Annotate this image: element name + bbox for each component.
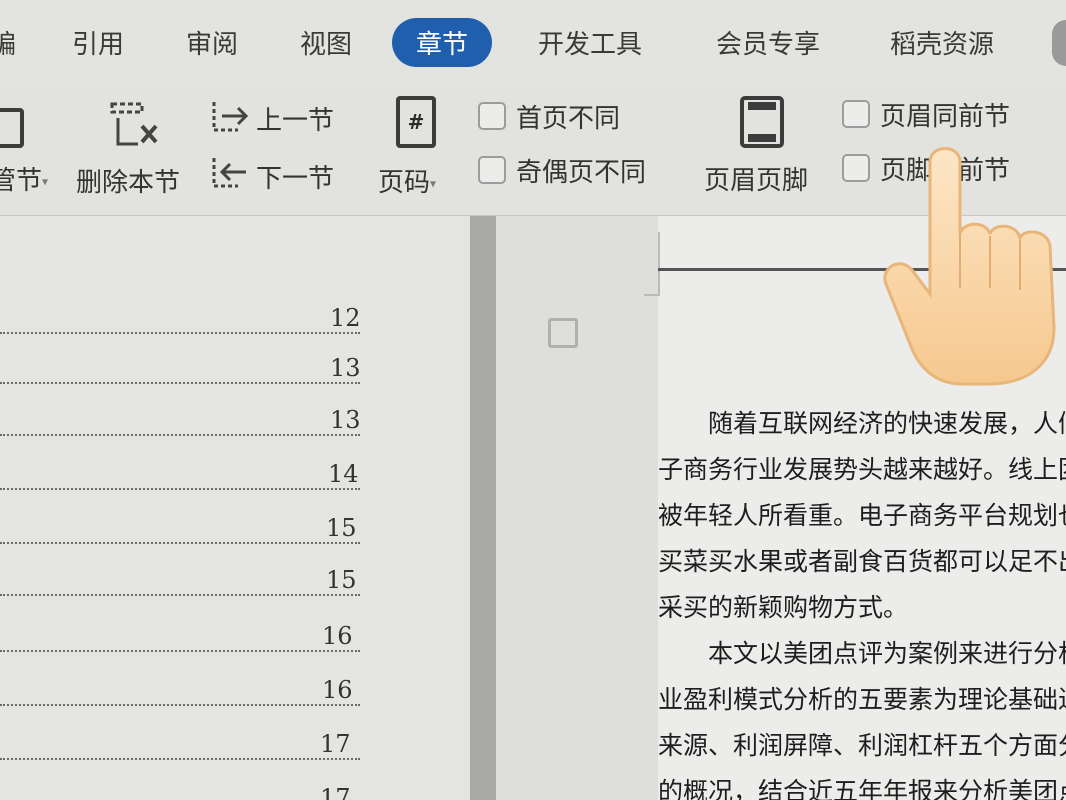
tab-review[interactable]: 审阅	[186, 24, 238, 61]
toc-leader-line	[0, 514, 360, 544]
page-number-label-wrap: 页码▾	[378, 162, 436, 199]
header-same-as-previous-checkbox[interactable]	[842, 100, 870, 128]
body-text-line[interactable]: 随着互联网经济的快速发展，人们的	[658, 404, 1066, 440]
body-text-line[interactable]: 买菜买水果或者副食百货都可以足不出户	[658, 542, 1066, 578]
body-text-line[interactable]: 子商务行业发展势头越来越好。线上团购	[658, 450, 1066, 486]
toc-page-number: 15	[326, 514, 357, 542]
chevron-down-icon: ▾	[42, 174, 49, 189]
toc-leader-line	[0, 730, 360, 760]
header-footer-label: 页眉页脚	[704, 166, 809, 196]
first-page-different-checkbox[interactable]	[478, 102, 506, 130]
body-text-line[interactable]: 本文以美团点评为案例来进行分析，	[658, 634, 1066, 670]
body-text-line[interactable]: 业盈利模式分析的五要素为理论基础进行	[658, 680, 1066, 716]
next-section-label: 下一节	[256, 164, 335, 194]
odd-even-different-checkbox[interactable]	[478, 156, 506, 184]
odd-even-different-label: 奇偶页不同	[516, 158, 647, 188]
toc-leader-line	[0, 304, 360, 334]
toc-leader-line	[0, 676, 360, 706]
tab-section[interactable]: 章节	[392, 18, 493, 67]
header-footer-icon	[740, 96, 784, 148]
toc-leader-line	[0, 460, 360, 490]
arrow-down-section-icon	[212, 158, 246, 188]
body-text-line[interactable]: 采买的新颖购物方式。	[658, 588, 1066, 624]
prev-section-label: 上一节	[256, 106, 335, 136]
tab-member-exclusive[interactable]: 会员专享	[716, 24, 820, 61]
page-gap	[496, 216, 658, 800]
pointing-hand-icon	[883, 147, 1056, 386]
paste-options-icon[interactable]	[548, 318, 578, 348]
section-icon	[0, 108, 24, 148]
toc-page-number: 16	[322, 676, 353, 704]
arrow-up-section-icon	[212, 102, 249, 132]
delete-section-label: 删除本节	[76, 168, 181, 198]
toc-page-number: 12	[330, 304, 361, 332]
toc-page-number: 17	[320, 730, 351, 758]
tab-references[interactable]: 引用	[72, 24, 124, 61]
delete-section-icon	[110, 102, 158, 146]
body-text-line[interactable]: 的概况，结合近五年年报来分析美团点评	[658, 772, 1066, 800]
toc-leader-line	[0, 354, 360, 384]
footer-same-as-previous-checkbox[interactable]	[842, 154, 870, 182]
toc-page-number: 16	[322, 622, 353, 650]
first-page-different-label: 首页不同	[516, 104, 621, 134]
page-number-icon: #	[396, 96, 436, 148]
body-text-line[interactable]: 被年轻人所看重。电子商务平台规划也越	[658, 496, 1066, 532]
tab-docer-resources[interactable]: 稻壳资源	[890, 24, 994, 61]
toc-page-number: 15	[326, 566, 357, 594]
header-same-as-previous-label: 页眉同前节	[880, 102, 1011, 132]
page-gutter	[470, 216, 496, 800]
toc-page-number: 13	[330, 354, 361, 382]
body-text-line[interactable]: 来源、利润屏障、利润杠杆五个方面分析	[658, 726, 1066, 762]
section-menu-label: 管节	[0, 166, 43, 196]
page-number-label: 页码	[378, 168, 431, 198]
toc-page-number: 14	[328, 460, 359, 488]
tab-edit[interactable]: 编	[0, 24, 16, 61]
toc-page-number: 13	[330, 406, 361, 434]
overflow-indicator[interactable]	[1052, 20, 1066, 66]
section-menu-button[interactable]: 管节▾	[0, 160, 48, 197]
toc-leader-line	[0, 406, 360, 436]
toc-leader-line	[0, 784, 360, 800]
toc-leader-line	[0, 622, 360, 652]
tab-view[interactable]: 视图	[300, 24, 352, 61]
toc-page-number: 17	[320, 784, 351, 800]
ribbon-tab-bar: 编 引用 审阅 视图 章节 开发工具 会员专享 稻壳资源	[0, 0, 1066, 88]
toc-leader-line	[0, 566, 360, 596]
chevron-down-icon: ▾	[430, 176, 437, 191]
tab-developer-tools[interactable]: 开发工具	[538, 24, 642, 61]
margin-corner-mark	[644, 232, 660, 296]
